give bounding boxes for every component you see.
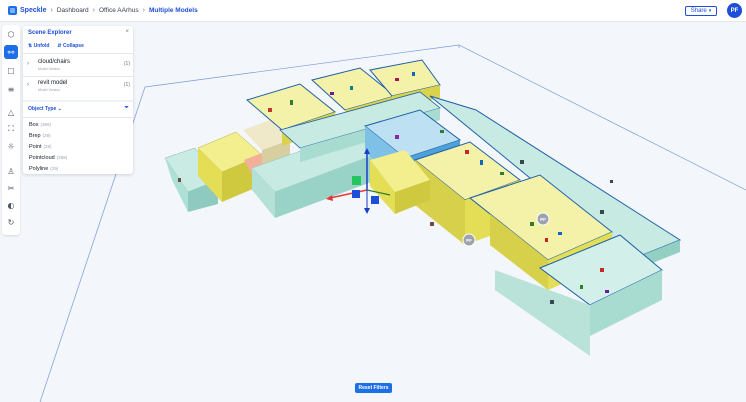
filter-name: Box: [29, 122, 39, 128]
filter-count: (29): [43, 144, 52, 149]
model-name: cloud/chairs: [38, 59, 71, 65]
share-label: Share: [690, 8, 707, 14]
object-type-dropdown[interactable]: Object Type ⌄: [28, 106, 62, 112]
filter-icon[interactable]: ⏷: [124, 105, 129, 112]
speckle-logo-icon: [8, 6, 17, 15]
user-avatar[interactable]: PF: [727, 3, 742, 18]
light-icon[interactable]: ☼: [4, 139, 18, 153]
chevron-down-icon: ⌄: [57, 106, 62, 112]
svg-text:PF: PF: [540, 217, 546, 222]
filter-name: Polyline: [29, 166, 49, 172]
layers-icon[interactable]: ≡: [4, 82, 18, 96]
palette-icon[interactable]: ◐: [4, 198, 18, 212]
share-button[interactable]: Share ▾: [685, 6, 717, 16]
panel-actions: ⇅ Unfold ⇵ Collapse: [28, 43, 84, 49]
chevron-right-icon: ›: [50, 7, 53, 14]
chevron-right-icon[interactable]: ›: [27, 61, 29, 67]
comment-icon[interactable]: ☐: [4, 64, 18, 78]
breadcrumb-project[interactable]: Office AArhus: [99, 7, 139, 14]
model-name: revit model: [38, 80, 68, 86]
filter-item-pointcloud[interactable]: Pointcloud (389): [29, 155, 67, 161]
close-icon[interactable]: ×: [125, 29, 129, 35]
users-icon[interactable]: ♙: [4, 164, 18, 178]
filter-item-brep[interactable]: Brep (29): [29, 133, 51, 139]
fullscreen-icon[interactable]: ⛶: [4, 122, 18, 136]
divider: [23, 117, 133, 118]
breadcrumb-dashboard[interactable]: Dashboard: [57, 7, 89, 14]
model-count: (1): [123, 61, 130, 67]
user-marker-1: PF: [536, 212, 550, 226]
model-row[interactable]: › cloud/chairs Model Version (1): [23, 58, 133, 76]
reset-filters-button[interactable]: Reset Filters: [355, 383, 392, 393]
chevron-right-icon: ›: [142, 7, 145, 14]
filter-item-polyline[interactable]: Polyline (29): [29, 166, 58, 172]
collapse-label: Collapse: [63, 43, 84, 49]
filter-count: (389): [56, 155, 68, 160]
tool-rail: ⬡ ⚯ ☐ ≡ △ ⛶ ☼ ♙ ✂ ◐ ↻: [2, 25, 20, 235]
unfold-label: Unfold: [33, 43, 50, 49]
filter-item-box[interactable]: Box (389): [29, 122, 51, 128]
unfold-button[interactable]: ⇅ Unfold: [28, 43, 49, 49]
top-bar: Speckle › Dashboard › Office AArhus › Mu…: [0, 0, 746, 22]
speckle-logo[interactable]: Speckle: [8, 6, 46, 15]
filter-label: Object Type: [28, 106, 57, 112]
app-name: Speckle: [20, 7, 47, 14]
model-row[interactable]: › revit model Model Version (1): [23, 79, 133, 97]
filter-count: (29): [50, 166, 59, 171]
filter-name: Point: [29, 144, 42, 150]
model-subtitle: Model Version: [38, 67, 61, 71]
scene-explorer-icon[interactable]: ⚯: [4, 45, 18, 59]
divider: [23, 76, 133, 77]
panel-title: Scene Explorer: [28, 30, 72, 36]
breadcrumb-current: Multiple Models: [148, 7, 198, 14]
divider: [23, 100, 133, 102]
cube-icon[interactable]: ⬡: [4, 27, 18, 41]
model-count: (1): [123, 82, 130, 88]
measure-icon[interactable]: △: [4, 105, 18, 119]
filter-name: Pointcloud: [29, 155, 55, 161]
chevron-down-icon: ▾: [708, 8, 712, 14]
divider: [23, 53, 133, 54]
svg-text:PF: PF: [466, 238, 472, 243]
refresh-icon[interactable]: ↻: [4, 215, 18, 229]
collapse-button[interactable]: ⇵ Collapse: [57, 43, 83, 49]
user-marker-2: PF: [462, 233, 476, 247]
scene-explorer-panel: Scene Explorer × ⇅ Unfold ⇵ Collapse › c…: [23, 26, 133, 174]
model-subtitle: Model Version: [38, 88, 61, 92]
filter-count: (29): [42, 133, 51, 138]
filter-item-point[interactable]: Point (29): [29, 144, 52, 150]
chevron-right-icon[interactable]: ›: [27, 82, 29, 88]
chevron-right-icon: ›: [92, 7, 95, 14]
section-icon[interactable]: ✂: [4, 181, 18, 195]
filter-name: Brep: [29, 133, 41, 139]
filter-count: (389): [40, 122, 51, 127]
